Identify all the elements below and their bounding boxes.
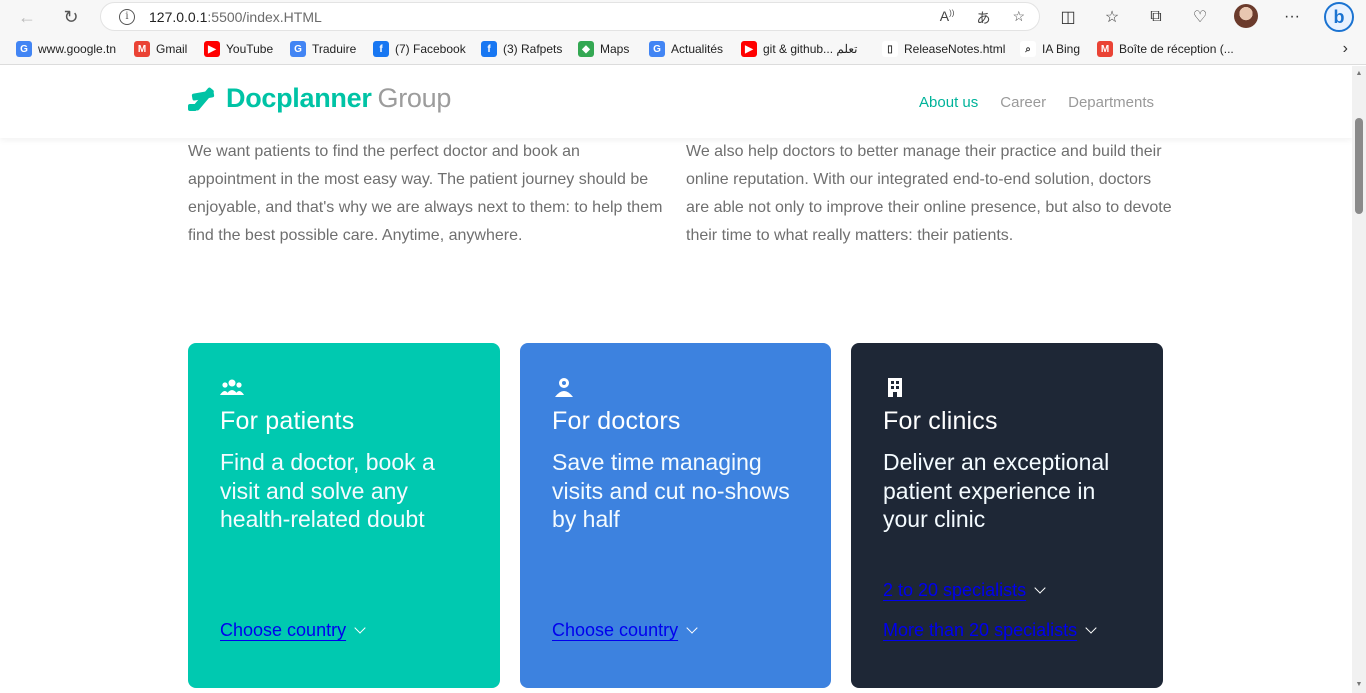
- bookmarks-bar: Gwww.google.tn M Gmail ▶ YouTube G Traduire f (7…: [0, 33, 1366, 65]
- gmail-icon: M: [1097, 41, 1113, 57]
- split-screen-icon[interactable]: ◫: [1057, 6, 1079, 28]
- chevron-down-icon: [1085, 622, 1097, 634]
- url-host: 127.0.0.1: [149, 8, 208, 25]
- clinics-link1-label: 2 to 20 specialists: [883, 580, 1027, 600]
- news-icon: G: [649, 41, 665, 57]
- reload-icon[interactable]: ↻: [58, 4, 84, 30]
- patients-link-label: Choose country: [220, 620, 347, 640]
- main-menu: About us Career Departments: [919, 94, 1154, 111]
- doctors-choose-country-link[interactable]: Choose country: [552, 620, 698, 641]
- doctor-icon: [555, 378, 573, 397]
- scroll-down-arrow-icon[interactable]: ▼: [1355, 681, 1363, 689]
- bookmark-item[interactable]: Gwww.google.tn: [16, 41, 116, 57]
- bookmark-item[interactable]: M Gmail: [134, 41, 187, 57]
- scrollbar-thumb[interactable]: [1355, 118, 1363, 214]
- card-patients-text: Find a doctor, book a visit and solve an…: [220, 449, 435, 532]
- bookmark-label: YouTube: [226, 42, 274, 56]
- favorites-icon[interactable]: ☆: [1101, 6, 1123, 28]
- card-patients-title: For patients: [220, 407, 355, 435]
- bookmark-label: ReleaseNotes.html: [904, 42, 1006, 56]
- translate-icon: G: [290, 41, 306, 57]
- bookmark-item[interactable]: ▶ YouTube: [204, 41, 273, 57]
- bookmark-label: Maps: [600, 42, 630, 56]
- card-clinics: For clinics Deliver an exceptional patie…: [851, 343, 1163, 688]
- url-text[interactable]: 127.0.0.1:5500/index.HTML: [149, 9, 322, 25]
- back-arrow-icon[interactable]: ←: [14, 4, 40, 30]
- chevron-down-icon: [686, 622, 698, 634]
- bookmark-label: Boîte de réception (...: [1119, 42, 1234, 56]
- more-menu-icon[interactable]: ···: [1281, 6, 1303, 28]
- card-doctors: For doctors Save time managing visits an…: [520, 343, 831, 688]
- bookmark-item[interactable]: ⌕ IA Bing: [1020, 41, 1080, 57]
- patients-choose-country-link[interactable]: Choose country: [220, 620, 366, 641]
- docplanner-logo-mark-icon: [188, 84, 218, 114]
- card-patients: For patients Find a doctor, book a visit…: [188, 343, 500, 688]
- menu-about-us[interactable]: About us: [919, 94, 978, 111]
- search-icon: ⌕: [1020, 41, 1036, 57]
- doctors-link-label: Choose country: [552, 620, 679, 640]
- scroll-up-arrow-icon[interactable]: ▲: [1355, 70, 1363, 78]
- bookmark-item[interactable]: ◆ Maps: [578, 41, 629, 57]
- bing-copilot-icon[interactable]: b: [1324, 2, 1354, 32]
- logo-text-sub: Group: [377, 83, 452, 113]
- bookmark-item[interactable]: G Actualités: [649, 41, 723, 57]
- bookmarks-overflow-chevron-icon[interactable]: ›: [1343, 40, 1348, 58]
- browser-toolbar: ← ↻ i 127.0.0.1:5500/index.HTML A)) あ ☆ …: [0, 0, 1366, 33]
- bookmark-label: Actualités: [671, 42, 724, 56]
- bookmark-item[interactable]: G Traduire: [290, 41, 356, 57]
- docplanner-logo[interactable]: Docplanner Group: [188, 83, 451, 114]
- card-doctors-title: For doctors: [552, 407, 681, 435]
- card-clinics-title: For clinics: [883, 407, 998, 435]
- chevron-down-icon: [1034, 582, 1046, 594]
- card-clinics-text: Deliver an exceptional patient experienc…: [883, 449, 1110, 532]
- menu-career[interactable]: Career: [1000, 94, 1046, 111]
- bookmark-label: Gmail: [156, 42, 188, 56]
- intro-doctors-text: We also help doctors to better manage th…: [686, 143, 1172, 244]
- url-path: :5500/index.HTML: [207, 8, 322, 25]
- menu-departments[interactable]: Departments: [1068, 94, 1154, 111]
- bookmark-item[interactable]: ▶ git & github... تعلم: [741, 41, 857, 57]
- favorite-star-icon[interactable]: ☆: [1012, 8, 1025, 28]
- youtube-icon: ▶: [204, 41, 220, 57]
- web-page: Docplanner Group About us Career Departm…: [0, 66, 1352, 693]
- site-info-icon[interactable]: i: [119, 8, 135, 25]
- file-icon: ▯: [882, 41, 898, 57]
- collections-icon[interactable]: ⧉: [1145, 6, 1167, 28]
- bookmark-label: www.google.tn: [38, 42, 117, 56]
- google-icon: G: [16, 41, 32, 57]
- maps-icon: ◆: [578, 41, 594, 57]
- bookmark-item[interactable]: f (7) Facebook: [373, 41, 466, 57]
- intro-patients-text: We want patients to find the perfect doc…: [188, 143, 663, 244]
- chevron-down-icon: [354, 622, 366, 634]
- read-aloud-icon[interactable]: A)): [940, 8, 955, 28]
- clinics-more-than-20-link[interactable]: More than 20 specialists: [883, 620, 1097, 641]
- bookmark-label: IA Bing: [1042, 42, 1081, 56]
- card-doctors-text: Save time managing visits and cut no-sho…: [552, 449, 790, 532]
- bookmark-item[interactable]: ▯ ReleaseNotes.html: [882, 41, 1005, 57]
- facebook-icon: f: [481, 41, 497, 57]
- translate-page-icon[interactable]: あ: [976, 8, 990, 28]
- page-scrollbar[interactable]: ▲ ▼: [1352, 66, 1366, 693]
- clinics-link2-label: More than 20 specialists: [883, 620, 1078, 640]
- gmail-icon: M: [134, 41, 150, 57]
- bookmark-item[interactable]: f (3) Rafpets: [481, 41, 562, 57]
- bookmark-label: (3) Rafpets: [503, 42, 563, 56]
- bookmark-item[interactable]: M Boîte de réception (...: [1097, 41, 1234, 57]
- facebook-icon: f: [373, 41, 389, 57]
- bookmark-label: git & github... تعلم: [763, 42, 858, 56]
- browser-essentials-icon[interactable]: ♡: [1189, 6, 1211, 28]
- logo-text-main: Docplanner: [226, 83, 372, 113]
- address-bar[interactable]: i 127.0.0.1:5500/index.HTML A)) あ ☆: [100, 2, 1040, 31]
- site-header: Docplanner Group About us Career Departm…: [0, 66, 1352, 138]
- bookmark-label: Traduire: [312, 42, 357, 56]
- youtube-icon: ▶: [741, 41, 757, 57]
- people-icon: [220, 379, 244, 395]
- bookmark-label: (7) Facebook: [395, 42, 466, 56]
- building-icon: [888, 378, 902, 397]
- profile-avatar[interactable]: [1234, 4, 1258, 28]
- clinics-2-to-20-link[interactable]: 2 to 20 specialists: [883, 580, 1046, 601]
